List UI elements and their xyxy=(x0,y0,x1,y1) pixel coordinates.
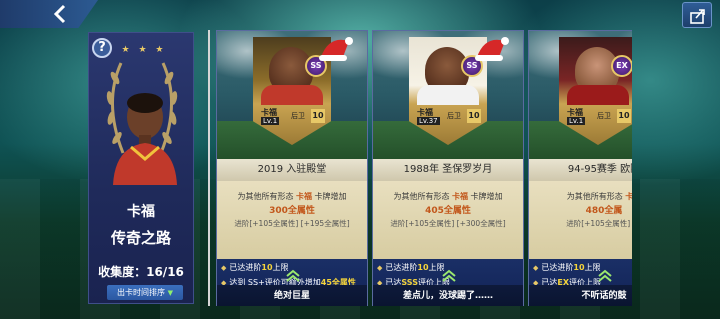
player-card-2[interactable]: SS 卡福 Lv.37 后卫 10 1988年 圣保罗岁月 为其他所有形态 卡福… xyxy=(372,30,524,306)
collection-progress: 收集度：16/16 xyxy=(89,263,193,280)
card-position: 后卫 xyxy=(597,112,611,120)
card-level: Lv.1 xyxy=(567,117,586,125)
back-arrow-icon xyxy=(53,4,66,24)
desc-suffix: 卡牌增加 xyxy=(314,192,347,201)
player-card-1[interactable]: SS 卡福 Lv.1 后卫 10 2019 入驻殿堂 为其他所有形态 卡福 卡牌… xyxy=(216,30,368,306)
card-level: Lv.1 xyxy=(261,117,280,125)
card-footer-title: 不听话的鼓 xyxy=(529,285,632,306)
card-title: 1988年 圣保罗岁月 xyxy=(373,159,523,181)
desc-extra: 进阶[+105全属性] [+300全属性] xyxy=(390,219,506,228)
desc-bonus: 480全属 xyxy=(585,206,623,216)
player-name: 卡福 xyxy=(127,204,155,220)
card-number: 10 xyxy=(311,109,325,123)
back-button[interactable] xyxy=(0,0,98,28)
card-number: 10 xyxy=(617,109,631,123)
expand-chevron-icon[interactable] xyxy=(597,269,613,283)
diamond-icon: ◆ xyxy=(221,264,227,272)
santa-hat-icon xyxy=(475,37,509,61)
card-title: 2019 入驻殿堂 xyxy=(217,159,367,181)
collection-label: 收集度： xyxy=(98,265,147,279)
diamond-icon: ◆ xyxy=(377,264,383,272)
expand-chevron-icon[interactable] xyxy=(441,269,457,283)
card-description: 为其他所有形态 卡福 卡牌增加 405全属性 进阶[+105全属性] [+300… xyxy=(373,181,523,259)
card-footer-title: 绝对巨星 xyxy=(217,285,367,306)
card-level: Lv.37 xyxy=(417,117,440,125)
card-position: 后卫 xyxy=(291,112,305,120)
player-card-3[interactable]: EX 卡福 Lv.1 后卫 10 94-95赛季 欧陆 为其他所有形态 卡福 4… xyxy=(528,30,632,306)
card-artwork: EX 卡福 Lv.1 后卫 10 xyxy=(529,31,632,159)
sort-by-date-button[interactable]: 出卡时间排序 ▼ xyxy=(107,285,183,300)
card-description: 为其他所有形态 卡福 卡牌增加 300全属性 进阶[+105全属性] [+195… xyxy=(217,181,367,259)
desc-extra: 进阶[+105全属性] [+195全属性] xyxy=(234,219,350,228)
diamond-icon: ◆ xyxy=(533,264,539,272)
card-artwork: SS 卡福 Lv.1 后卫 10 xyxy=(217,31,367,159)
card-artwork: SS 卡福 Lv.37 后卫 10 xyxy=(373,31,523,159)
desc-extra: 进阶[+105全属性] [+ xyxy=(566,219,632,228)
desc-bonus: 300全属性 xyxy=(269,206,315,216)
card-position: 后卫 xyxy=(447,112,461,120)
desc-player: 卡福 xyxy=(296,192,312,201)
rating-badge: EX xyxy=(611,55,632,77)
expand-chevron-icon[interactable] xyxy=(285,269,301,283)
panel-subtitle: 传奇之路 xyxy=(110,229,171,247)
desc-bonus: 405全属性 xyxy=(425,206,471,216)
player-portrait xyxy=(113,93,177,185)
desc-prefix: 为其他所有形态 xyxy=(237,192,294,201)
card-description: 为其他所有形态 卡福 480全属 进阶[+105全属性] [+ xyxy=(529,181,632,259)
share-button[interactable] xyxy=(682,2,712,28)
card-number: 10 xyxy=(467,109,481,123)
card-carousel[interactable]: SS 卡福 Lv.1 后卫 10 2019 入驻殿堂 为其他所有形态 卡福 卡牌… xyxy=(208,30,632,306)
card-title: 94-95赛季 欧陆 xyxy=(529,159,632,181)
collection-value: 16/16 xyxy=(146,265,184,279)
sort-label: 出卡时间排序 xyxy=(117,288,166,297)
player-profile-panel: ? ★ ★ ★ 卡福 传奇之路 收集度：16/16 出卡时间排序 ▼ xyxy=(88,32,194,304)
santa-hat-icon xyxy=(319,37,353,61)
card-footer-title: 差点儿，没球踢了…… xyxy=(373,285,523,306)
dropdown-arrow-icon: ▼ xyxy=(167,289,173,297)
share-icon xyxy=(690,9,705,24)
